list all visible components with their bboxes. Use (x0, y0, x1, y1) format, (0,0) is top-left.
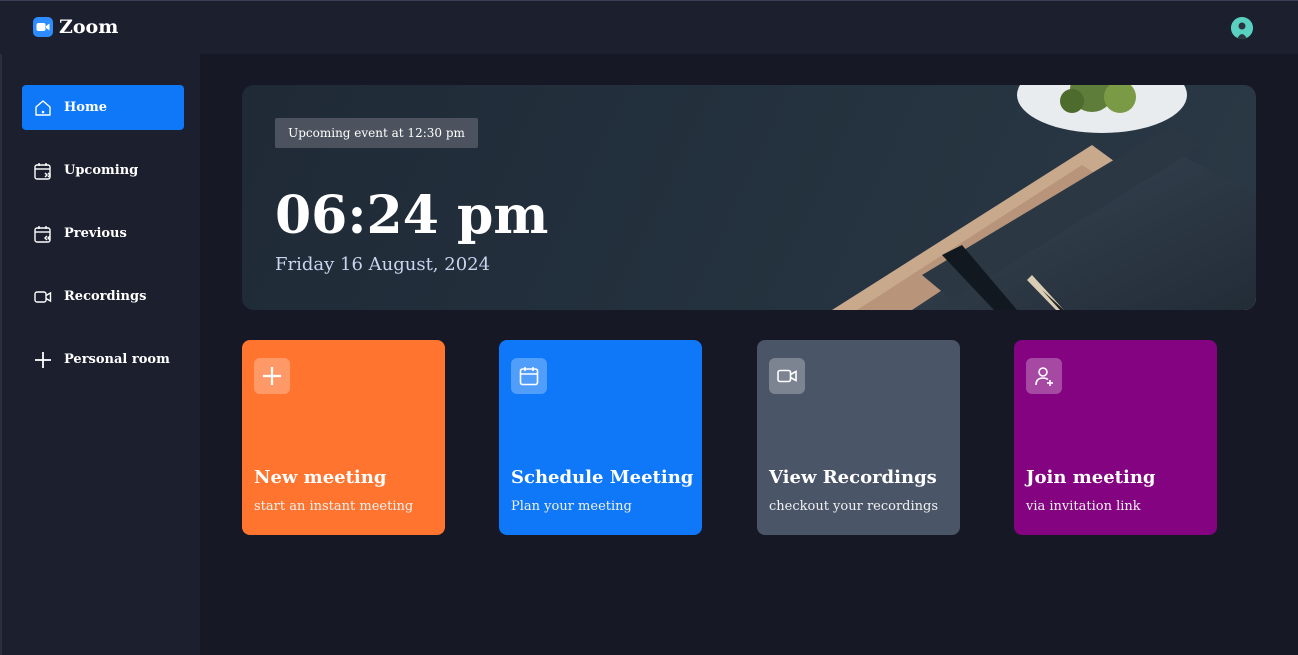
hero-banner: Upcoming event at 12:30 pm 06:24 pm Frid… (242, 85, 1256, 310)
video-icon (33, 287, 53, 307)
card-subtitle: start an instant meeting (254, 499, 414, 514)
view-recordings-card[interactable]: View Recordings checkout your recordings (757, 340, 960, 535)
sidebar-item-upcoming[interactable]: Upcoming (22, 148, 184, 193)
card-subtitle: checkout your recordings (769, 499, 939, 514)
app-logo[interactable]: Zoom (33, 16, 118, 38)
calendar-previous-icon (33, 224, 53, 244)
sidebar-item-label: Upcoming (64, 163, 139, 178)
desk-notebook-image (832, 85, 1256, 310)
card-title: New meeting (254, 467, 387, 488)
upcoming-event-badge: Upcoming event at 12:30 pm (275, 118, 478, 148)
sidebar-item-recordings[interactable]: Recordings (22, 274, 184, 319)
sidebar-item-previous[interactable]: Previous (22, 211, 184, 256)
sidebar-item-label: Previous (64, 226, 127, 241)
new-meeting-card[interactable]: New meeting start an instant meeting (242, 340, 445, 535)
card-title: View Recordings (769, 467, 937, 488)
card-title: Schedule Meeting (511, 467, 694, 488)
card-subtitle: Plan your meeting (511, 499, 632, 514)
schedule-meeting-card[interactable]: Schedule Meeting Plan your meeting (499, 340, 702, 535)
current-date: Friday 16 August, 2024 (275, 254, 491, 275)
user-avatar-icon[interactable] (1231, 17, 1253, 39)
video-icon (769, 358, 805, 394)
card-subtitle: via invitation link (1026, 499, 1141, 514)
join-meeting-card[interactable]: Join meeting via invitation link (1014, 340, 1217, 535)
current-time: 06:24 pm (275, 185, 549, 246)
sidebar-item-personal-room[interactable]: Personal room (22, 337, 184, 382)
calendar-upcoming-icon (33, 161, 53, 181)
top-navbar: Zoom (0, 0, 1298, 54)
main-content: Upcoming event at 12:30 pm 06:24 pm Frid… (200, 54, 1298, 655)
video-camera-logo-icon (33, 17, 53, 37)
card-title: Join meeting (1026, 467, 1156, 488)
app-name: Zoom (59, 16, 119, 38)
sidebar-item-label: Personal room (64, 352, 170, 367)
plus-icon (33, 350, 53, 370)
sidebar-item-home[interactable]: Home (22, 85, 184, 130)
sidebar-item-label: Home (64, 100, 107, 115)
sidebar-item-label: Recordings (64, 289, 147, 304)
calendar-icon (511, 358, 547, 394)
home-icon (33, 98, 53, 118)
sidebar: Home Upcoming Previous Recordings Person… (0, 54, 200, 655)
plus-icon (254, 358, 290, 394)
add-user-icon (1026, 358, 1062, 394)
